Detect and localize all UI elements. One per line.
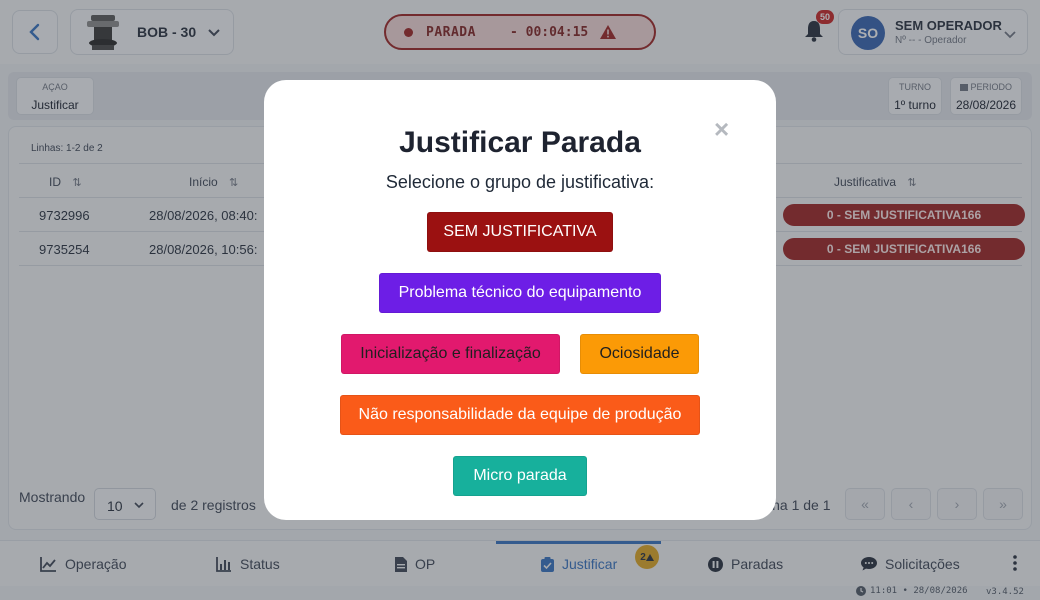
option-micro-parada-button[interactable]: Micro parada [453,456,587,496]
option-problema-tecnico-button[interactable]: Problema técnico do equipamento [379,273,661,313]
modal-title: Justificar Parada [399,126,641,159]
modal-subtitle: Selecione o grupo de justificativa: [385,172,655,192]
option-ociosidade-button[interactable]: Ociosidade [580,334,699,374]
option-sem-justificativa-button[interactable]: SEM JUSTIFICATIVA [427,212,613,252]
option-inicializacao-finalizacao-button[interactable]: Inicialização e finalização [341,334,560,374]
justify-stop-modal: × Justificar Parada Selecione o grupo de… [264,80,776,520]
option-nao-responsabilidade-button[interactable]: Não responsabilidade da equipe de produç… [340,395,700,435]
